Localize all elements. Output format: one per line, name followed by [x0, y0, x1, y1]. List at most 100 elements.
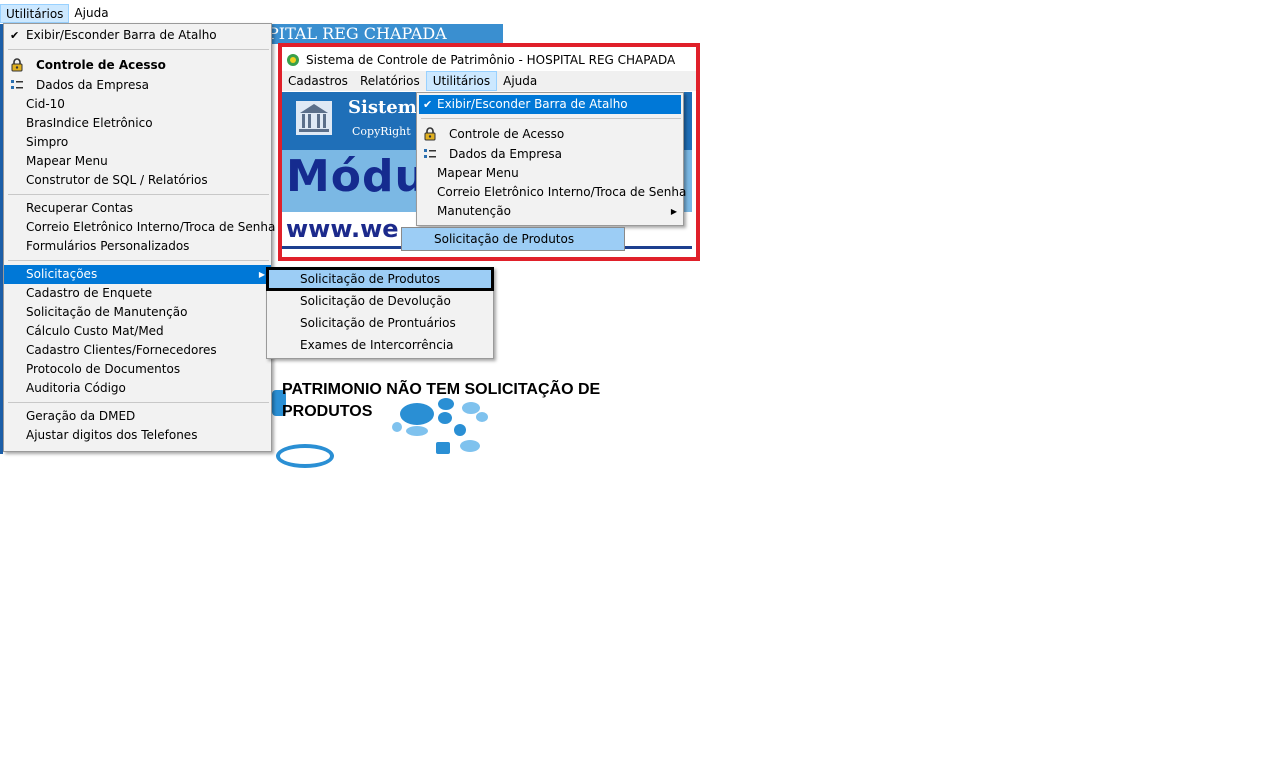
inset-utilitarios-dropdown: ✔ Exibir/Esconder Barra de Atalho Contro… — [416, 92, 687, 226]
menu-item-label: Correio Eletrônico Interno/Troca de Senh… — [26, 220, 276, 234]
inset-menu-item-dados-empresa[interactable]: Dados da Empresa — [417, 145, 683, 164]
menu-item-label: Solicitação de Produtos — [300, 272, 441, 286]
submenu-item-solicitacao-prontuarios[interactable]: Solicitação de Prontuários — [267, 312, 493, 334]
inset-window-title: Sistema de Controle de Patrimônio - HOSP… — [306, 53, 676, 67]
decor-bubble — [392, 422, 402, 432]
list-icon — [11, 80, 23, 89]
inset-menu-item-mapear-menu[interactable]: Mapear Menu — [417, 164, 683, 183]
menu-item-controle-acesso[interactable]: Controle de Acesso — [4, 54, 271, 76]
inset-submenu-item-solicitacao-produtos[interactable]: Solicitação de Produtos — [401, 227, 625, 251]
menu-item-label: Dados da Empresa — [36, 78, 149, 92]
menu-item-label: Protocolo de Documentos — [26, 362, 181, 376]
inset-banner-sistem: Sistem — [348, 97, 417, 118]
menu-item-label: BrasIndice Eletrônico — [26, 116, 153, 130]
submenu-item-exames-intercorrencia[interactable]: Exames de Intercorrência — [267, 334, 493, 356]
checkmark-icon: ✔ — [10, 29, 20, 42]
menu-item-calculo-custo[interactable]: Cálculo Custo Mat/Med — [4, 322, 271, 341]
app-logo-icon — [287, 54, 299, 66]
inset-title-bar: Sistema de Controle de Patrimônio - HOSP… — [282, 47, 696, 73]
menu-separator — [8, 194, 269, 195]
submenu-item-solicitacao-devolucao[interactable]: Solicitação de Devolução — [267, 290, 493, 312]
decor-bubble — [406, 426, 428, 436]
menu-item-solicitacoes[interactable]: Solicitações ▶ — [4, 265, 271, 284]
utilitarios-dropdown: ✔ Exibir/Esconder Barra de Atalho Contro… — [3, 23, 275, 452]
decor-bubble — [460, 440, 480, 452]
top-menubar: Utilitários Ajuda — [0, 4, 114, 23]
menu-separator — [8, 49, 269, 50]
inset-menu-utilitarios[interactable]: Utilitários — [425, 71, 498, 91]
menu-item-label: Exibir/Esconder Barra de Atalho — [26, 28, 217, 42]
menu-utilitarios[interactable]: Utilitários — [0, 4, 70, 23]
submenu-arrow-icon: ▶ — [670, 207, 677, 216]
menu-item-label: Dados da Empresa — [449, 147, 562, 161]
menu-item-label: Exibir/Esconder Barra de Atalho — [437, 97, 628, 111]
menu-separator — [8, 402, 269, 403]
menu-item-formularios[interactable]: Formulários Personalizados — [4, 237, 271, 256]
inset-banner-www: www.we — [286, 215, 399, 243]
menu-item-construtor-sql[interactable]: Construtor de SQL / Relatórios — [4, 171, 271, 190]
menu-item-label: Construtor de SQL / Relatórios — [26, 173, 208, 187]
menu-item-cadastro-enquete[interactable]: Cadastro de Enquete — [4, 284, 271, 303]
menu-item-label: Mapear Menu — [437, 166, 519, 180]
menu-item-label: Auditoria Código — [26, 381, 126, 395]
inset-menu-ajuda[interactable]: Ajuda — [497, 71, 543, 91]
menu-item-label: Controle de Acesso — [36, 58, 166, 72]
inset-menu-relatorios[interactable]: Relatórios — [354, 71, 426, 91]
inset-menubar: Cadastros Relatórios Utilitários Ajuda — [282, 71, 696, 91]
menu-item-label: Simpro — [26, 135, 69, 149]
background-title-text: PITAL REG CHAPADA — [270, 24, 447, 43]
menu-item-label: Solicitação de Manutenção — [26, 305, 188, 319]
menu-item-label: Formulários Personalizados — [26, 239, 190, 253]
inset-menu-item-controle-acesso[interactable]: Controle de Acesso — [417, 123, 683, 145]
menu-item-cid10[interactable]: Cid-10 — [4, 95, 271, 114]
inset-menu-cadastros[interactable]: Cadastros — [282, 71, 354, 91]
menu-item-label: Correio Eletrônico Interno/Troca de Senh… — [437, 185, 687, 199]
menu-item-label: Cid-10 — [26, 97, 65, 111]
menu-item-label: Cadastro Clientes/Fornecedores — [26, 343, 217, 357]
decor-bubble — [454, 424, 466, 436]
menu-item-label: Controle de Acesso — [449, 127, 565, 141]
background-title-bar: PITAL REG CHAPADA — [270, 24, 503, 44]
menu-item-protocolo[interactable]: Protocolo de Documentos — [4, 360, 271, 379]
menu-item-brasindice[interactable]: BrasIndice Eletrônico — [4, 114, 271, 133]
submenu-arrow-icon: ▶ — [258, 270, 265, 279]
menu-item-recuperar-contas[interactable]: Recuperar Contas — [4, 199, 271, 218]
menu-item-label: Geração da DMED — [26, 409, 136, 423]
decor-bubble — [276, 444, 334, 468]
decor-bubble — [436, 442, 450, 454]
patrimonio-screenshot-inset: Sistema de Controle de Patrimônio - HOSP… — [278, 43, 700, 261]
inset-menu-item-manutencao[interactable]: Manutenção ▶ — [417, 202, 683, 221]
inset-menu-item-correio[interactable]: Correio Eletrônico Interno/Troca de Senh… — [417, 183, 687, 202]
menu-ajuda[interactable]: Ajuda — [69, 4, 113, 23]
menu-item-ajustar-telefones[interactable]: Ajustar digitos dos Telefones — [4, 426, 271, 445]
menu-item-dados-empresa[interactable]: Dados da Empresa — [4, 76, 271, 95]
lock-icon — [424, 127, 436, 141]
menu-item-label: Solicitação de Produtos — [434, 232, 575, 246]
menu-item-label: Solicitações — [26, 267, 98, 281]
menu-item-simpro[interactable]: Simpro — [4, 133, 271, 152]
lock-icon — [11, 58, 23, 72]
menu-item-solicitacao-manutencao[interactable]: Solicitação de Manutenção — [4, 303, 271, 322]
menu-item-dmed[interactable]: Geração da DMED — [4, 407, 271, 426]
menu-item-label: Recuperar Contas — [26, 201, 134, 215]
menu-item-exibir-barra[interactable]: ✔ Exibir/Esconder Barra de Atalho — [4, 26, 271, 45]
menu-item-label: Mapear Menu — [26, 154, 108, 168]
inset-menu-item-exibir-barra[interactable]: ✔ Exibir/Esconder Barra de Atalho — [419, 95, 681, 114]
menu-item-label: Cálculo Custo Mat/Med — [26, 324, 164, 338]
menu-item-label: Solicitação de Devolução — [300, 294, 451, 308]
menu-item-correio[interactable]: Correio Eletrônico Interno/Troca de Senh… — [4, 218, 275, 237]
menu-item-cadastro-clientes[interactable]: Cadastro Clientes/Fornecedores — [4, 341, 271, 360]
menu-item-label: Manutenção — [437, 204, 511, 218]
list-icon — [424, 149, 436, 158]
building-icon — [296, 101, 332, 135]
annotation-note: PATRIMONIO NÃO TEM SOLICITAÇÃO DE PRODUT… — [282, 381, 601, 420]
menu-item-label: Solicitação de Prontuários — [300, 316, 456, 330]
menu-item-mapear-menu[interactable]: Mapear Menu — [4, 152, 271, 171]
menu-separator — [421, 118, 681, 119]
menu-item-label: Cadastro de Enquete — [26, 286, 153, 300]
submenu-item-solicitacao-produtos[interactable]: Solicitação de Produtos — [266, 267, 494, 291]
inset-banner-modulo: Módu — [286, 151, 427, 202]
menu-item-label: Ajustar digitos dos Telefones — [26, 428, 198, 442]
menu-item-auditoria[interactable]: Auditoria Código — [4, 379, 271, 398]
menu-separator — [8, 260, 269, 261]
